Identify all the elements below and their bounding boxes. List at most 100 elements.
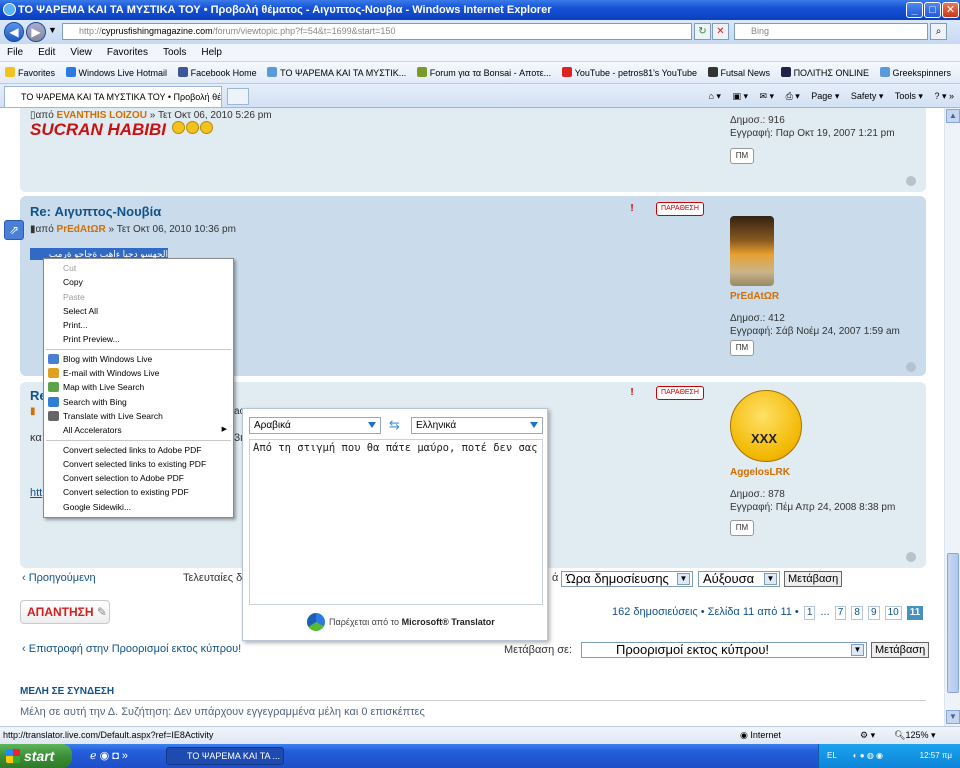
menu-item-all-accelerators[interactable]: All Accelerators ▶ — [44, 423, 233, 437]
warn-icon[interactable]: ! — [624, 202, 640, 216]
menu-item-convert-links-pdf[interactable]: Convert selected links to Adobe PDF — [44, 443, 233, 457]
favorites-button[interactable]: Favorites — [5, 62, 55, 83]
jump-select[interactable]: Προορισμοί εκτος κύπρου! ▼ — [581, 642, 867, 658]
feeds-icon[interactable]: ▣ ▾ — [732, 91, 748, 101]
profile-name[interactable]: PrEdAtΩR — [730, 290, 900, 303]
swap-languages-icon[interactable]: ⇆ — [389, 418, 403, 433]
language-indicator[interactable]: EL — [827, 751, 837, 760]
page-link[interactable]: 1 — [803, 606, 816, 620]
menu-view[interactable]: View — [70, 47, 92, 58]
menu-item-bing[interactable]: Search with Bing — [44, 395, 233, 409]
quote-button[interactable]: ΠΑΡΑΘΕΣΗ — [656, 386, 704, 400]
go-button[interactable]: Μετάβαση — [784, 571, 843, 587]
back-to-forum-link[interactable]: ‹ Επιστροφή στην Προορισμοί εκτος κύπρου… — [22, 643, 241, 655]
close-window-button[interactable]: ✕ — [942, 2, 959, 18]
minimize-button[interactable]: _ — [906, 2, 923, 18]
page-link[interactable]: 10 — [884, 606, 902, 620]
safety-menu[interactable]: Safety ▾ — [851, 91, 884, 101]
post-author[interactable]: PrEdAtΩR — [57, 224, 106, 235]
menu-item-sidewiki[interactable]: Google Sidewiki... — [44, 500, 233, 514]
pm-button[interactable]: ΠΜ — [730, 148, 754, 164]
address-input[interactable]: http://cyprusfishingmagazine.com/forum/v… — [62, 23, 692, 40]
scroll-up-icon[interactable]: ▲ — [946, 109, 960, 123]
page-menu[interactable]: Page ▾ — [811, 91, 839, 101]
start-button[interactable]: start — [0, 744, 72, 768]
pm-button[interactable]: ΠΜ — [730, 340, 754, 356]
accelerator-icon[interactable]: ⇗ — [4, 220, 24, 240]
help-icon[interactable]: ? ▾ » — [934, 91, 954, 101]
tab-current[interactable]: ΤΟ ΨΑΡΕΜΑ ΚΑΙ ΤΑ ΜΥΣΤΙΚΑ ΤΟΥ • Προβολή θ… — [4, 86, 222, 107]
jump-go-button[interactable]: Μετάβαση — [871, 642, 930, 658]
map-icon — [48, 382, 59, 393]
fav-hotmail[interactable]: Windows Live Hotmail — [65, 62, 167, 83]
scroll-thumb[interactable] — [947, 553, 959, 693]
print-icon[interactable]: ⎙ ▾ — [786, 91, 800, 101]
menu-item-paste[interactable]: Paste — [44, 290, 233, 304]
menu-item-print[interactable]: Print... — [44, 318, 233, 332]
protected-mode-icon[interactable]: ⚙ ▾ — [860, 727, 875, 744]
mail-icon[interactable]: ✉ ▾ — [759, 91, 774, 101]
prev-link[interactable]: ‹ Προηγούμενη — [22, 572, 96, 584]
menu-item-copy[interactable]: Copy — [44, 275, 233, 289]
menu-help[interactable]: Help — [201, 47, 222, 58]
menu-item-print-preview[interactable]: Print Preview... — [44, 332, 233, 346]
menu-favorites[interactable]: Favorites — [107, 47, 148, 58]
reply-button[interactable]: ΑΠΑΝΤΗΣΗ ✎ — [20, 600, 110, 624]
search-icon[interactable]: ⌕ — [930, 23, 947, 40]
target-language-select[interactable]: Ελληνικά — [411, 417, 543, 434]
post-title[interactable]: Re: Αιγυπτος-Νουβία — [30, 204, 161, 219]
top-icon[interactable] — [906, 176, 916, 186]
menu-item-translate[interactable]: Translate with Live Search — [44, 409, 233, 423]
zoom-control[interactable]: 🔍︎125% ▾ — [894, 727, 936, 744]
fav-youtube[interactable]: YouTube - petros81's YouTube — [561, 62, 697, 83]
menu-tools[interactable]: Tools — [163, 47, 186, 58]
profile-name[interactable]: AggelosLRK — [730, 466, 895, 479]
pm-button[interactable]: ΠΜ — [730, 520, 754, 536]
source-language-select[interactable]: Αραβικά — [249, 417, 381, 434]
fav-greekspinners[interactable]: Greekspinners — [879, 62, 951, 83]
menu-item-convert-links-existing[interactable]: Convert selected links to existing PDF — [44, 457, 233, 471]
tray-icons[interactable]: ◐ ● ◍ ◉ — [853, 751, 883, 760]
menu-item-convert-selection-existing[interactable]: Convert selection to existing PDF — [44, 485, 233, 499]
page-link[interactable]: 8 — [851, 606, 863, 620]
page-link[interactable]: 9 — [867, 606, 880, 620]
post-link[interactable]: htt — [30, 487, 42, 499]
fav-futsal[interactable]: Futsal News — [707, 62, 770, 83]
menu-item-select-all[interactable]: Select All — [44, 304, 233, 318]
sort-field-select[interactable]: Ώρα δημοσίευσης ▼ — [561, 571, 693, 587]
maximize-button[interactable]: □ — [924, 2, 941, 18]
translation-output[interactable]: Από τη στιγμή που θα πάτε μαύρο, ποτέ δε… — [249, 439, 543, 605]
taskbar-window-item[interactable]: ΤΟ ΨΑΡΕΜΑ ΚΑΙ ΤΑ ... — [166, 747, 284, 765]
menu-item-email[interactable]: E-mail with Windows Live — [44, 366, 233, 380]
back-button[interactable]: ◀ — [4, 22, 24, 42]
pencil-icon: ✎ — [96, 605, 107, 619]
quicklaunch-icons[interactable]: ℯ ◉ ◘ » — [90, 749, 128, 762]
page-link[interactable]: 7 — [834, 606, 847, 620]
menu-item-map[interactable]: Map with Live Search — [44, 380, 233, 394]
fav-bonsai[interactable]: Forum για τα Bonsai - Αποτε... — [416, 62, 551, 83]
forward-button[interactable]: ▶ — [26, 22, 46, 42]
home-icon[interactable]: ⌂ ▾ — [708, 91, 720, 101]
top-icon[interactable] — [906, 362, 916, 372]
menu-file[interactable]: File — [7, 47, 23, 58]
tools-menu[interactable]: Tools ▾ — [895, 91, 923, 101]
vertical-scrollbar[interactable]: ▲ ▼ — [944, 108, 960, 726]
fav-facebook[interactable]: Facebook Home — [177, 62, 257, 83]
avatar: XXX — [730, 390, 802, 462]
top-icon[interactable] — [906, 552, 916, 562]
refresh-button[interactable]: ↻ — [694, 23, 711, 40]
menu-item-cut[interactable]: Cut — [44, 261, 233, 275]
quote-button[interactable]: ΠΑΡΑΘΕΣΗ — [656, 202, 704, 216]
history-dropdown-icon[interactable]: ▼ — [48, 25, 57, 35]
menu-item-convert-selection-pdf[interactable]: Convert selection to Adobe PDF — [44, 471, 233, 485]
menu-item-blog[interactable]: Blog with Windows Live — [44, 352, 233, 366]
menu-edit[interactable]: Edit — [38, 47, 55, 58]
fav-politis[interactable]: ΠΟΛΙΤΗΣ ONLINE — [780, 62, 869, 83]
new-tab-button[interactable] — [227, 88, 249, 105]
search-input[interactable]: Bing — [734, 23, 928, 40]
fav-forum[interactable]: ΤΟ ΨΑΡΕΜΑ ΚΑΙ ΤΑ ΜΥΣΤΙΚ... — [267, 62, 406, 83]
scroll-down-icon[interactable]: ▼ — [946, 710, 960, 724]
warn-icon[interactable]: ! — [624, 386, 640, 400]
stop-button[interactable]: ✕ — [712, 23, 729, 40]
sort-dir-select[interactable]: Αύξουσα ▼ — [698, 571, 780, 587]
